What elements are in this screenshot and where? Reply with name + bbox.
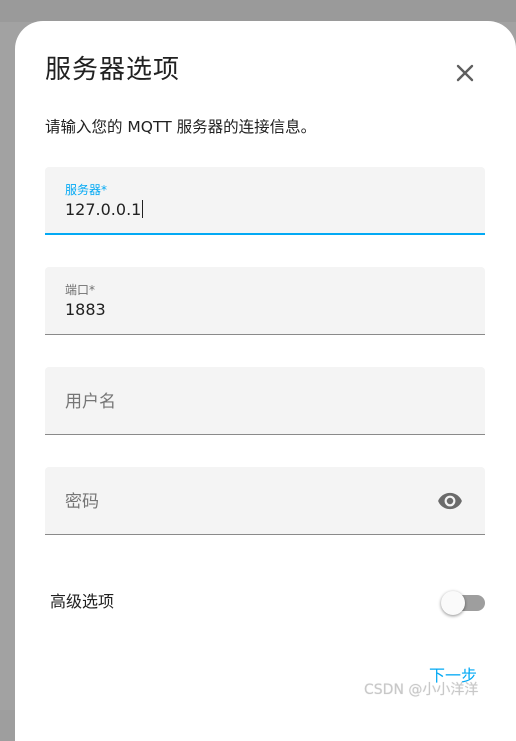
toggle-password-visibility-button[interactable]: [437, 488, 463, 514]
username-placeholder: 用户名: [65, 392, 116, 412]
backdrop-top-strip: [0, 0, 516, 22]
port-field[interactable]: 端口* 1883: [45, 267, 485, 335]
port-input[interactable]: 1883: [65, 300, 106, 320]
close-button[interactable]: [451, 59, 479, 87]
close-icon: [456, 64, 474, 82]
dialog-title: 服务器选项: [45, 55, 181, 85]
broker-input[interactable]: 127.0.0.1: [65, 200, 144, 220]
text-caret: [142, 200, 144, 218]
advanced-options-label: 高级选项: [50, 592, 115, 611]
broker-field[interactable]: 服务器* 127.0.0.1: [45, 167, 485, 235]
password-placeholder: 密码: [65, 492, 99, 512]
watermark: CSDN @小小洋洋: [364, 682, 479, 698]
broker-label: 服务器*: [65, 183, 108, 197]
toggle-thumb: [441, 591, 465, 615]
advanced-options-toggle[interactable]: [441, 591, 487, 615]
dialog-description: 请输入您的 MQTT 服务器的连接信息。: [45, 118, 317, 136]
port-label: 端口*: [65, 283, 96, 297]
broker-options-dialog: 服务器选项 请输入您的 MQTT 服务器的连接信息。 服务器* 127.0.0.…: [15, 21, 516, 741]
username-field[interactable]: 用户名: [45, 367, 485, 435]
password-field[interactable]: 密码: [45, 467, 485, 535]
broker-value: 127.0.0.1: [65, 200, 142, 219]
eye-icon: [438, 492, 462, 510]
